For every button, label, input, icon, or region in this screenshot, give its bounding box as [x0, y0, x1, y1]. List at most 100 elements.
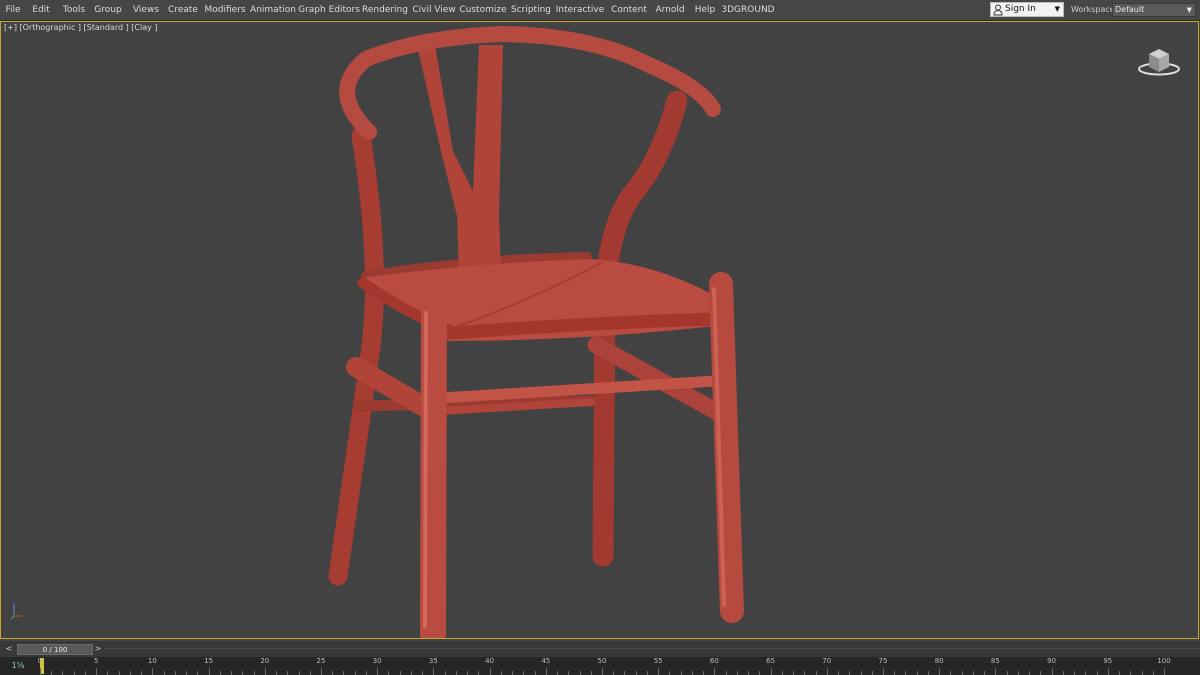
- menu-tools[interactable]: Tools: [63, 0, 85, 20]
- chevron-down-icon: ▼: [1054, 5, 1060, 13]
- frame-tick: [118, 671, 120, 675]
- frame-tick: [950, 671, 952, 675]
- frame-tick: [860, 671, 862, 675]
- frame-tick: [264, 668, 266, 675]
- chair-model[interactable]: [1, 22, 1198, 638]
- frame-tick: [1029, 671, 1031, 675]
- menu-help[interactable]: Help: [695, 0, 716, 20]
- trackbar[interactable]: 1⅝ 0 5 10 15 20 25 30 35 40 45 50 55 60 65 70 75 80 85 90 9…: [0, 657, 1200, 675]
- frame-tick: [40, 668, 41, 675]
- sign-in-dropdown[interactable]: Sign In ▼: [990, 2, 1064, 17]
- frame-tick: [534, 671, 536, 675]
- frame-tick-label: 55: [653, 657, 663, 665]
- frame-tick: [646, 671, 648, 675]
- menu-create[interactable]: Create: [168, 0, 198, 20]
- frame-tick: [568, 671, 570, 675]
- menu-rendering[interactable]: Rendering: [362, 0, 408, 20]
- frame-tick: [399, 671, 401, 675]
- workspaces-value: Default: [1115, 5, 1145, 14]
- frame-tick: [545, 668, 547, 675]
- menu-arnold[interactable]: Arnold: [655, 0, 684, 20]
- menu-interactive[interactable]: Interactive: [556, 0, 604, 20]
- menu-views[interactable]: Views: [133, 0, 159, 20]
- frame-tick: [489, 668, 491, 675]
- frame-tick: [883, 668, 884, 675]
- frame-tick: [1096, 671, 1098, 675]
- frame-tick: [455, 671, 457, 675]
- menu-content[interactable]: Content: [611, 0, 647, 20]
- backrest-splat: [417, 45, 503, 271]
- frame-tick: [905, 671, 907, 675]
- frame-tick: [602, 668, 603, 675]
- menu-3dground[interactable]: 3DGROUND: [721, 0, 774, 20]
- frame-tick: [410, 671, 412, 675]
- frame-tick: [444, 671, 446, 675]
- frame-tick: [1141, 671, 1143, 675]
- frame-tick: [51, 671, 53, 675]
- frame-tick-label: 30: [372, 657, 382, 665]
- time-slider-prev-button[interactable]: <: [4, 643, 14, 655]
- time-slider-thumb[interactable]: 0 / 100: [17, 644, 93, 655]
- frame-tick: [1006, 671, 1008, 675]
- frame-tick: [197, 671, 199, 675]
- frame-tick-label: 50: [597, 657, 607, 665]
- back-leg-left: [328, 126, 384, 586]
- frame-tick-label: 65: [766, 657, 776, 665]
- frame-tick: [96, 668, 98, 675]
- frame-tick: [500, 671, 502, 675]
- frame-tick: [208, 668, 210, 675]
- frame-tick: [332, 671, 334, 675]
- frame-tick: [1017, 671, 1019, 675]
- frame-tick: [107, 671, 109, 675]
- frame-tick: [590, 671, 592, 675]
- trackbar-filter-icon[interactable]: 1⅝: [4, 658, 32, 674]
- frame-tick: [961, 671, 963, 675]
- frame-tick: [894, 671, 896, 675]
- view-cube-icon[interactable]: [1137, 44, 1181, 80]
- frame-tick: [759, 671, 761, 675]
- user-icon: [993, 4, 1003, 16]
- top-rail: [339, 26, 721, 140]
- frame-tick: [927, 671, 929, 675]
- frame-tick: [1119, 671, 1121, 675]
- menu-file[interactable]: File: [5, 0, 20, 20]
- frame-tick: [84, 671, 86, 675]
- axis-tripod-icon: [10, 603, 22, 620]
- frame-tick: [579, 671, 581, 675]
- frame-ruler[interactable]: 0 5 10 15 20 25 30 35 40 45 50 55 60 65 70 75 80 85 90 95 10…: [38, 657, 1171, 675]
- time-slider-track[interactable]: [104, 648, 1200, 649]
- time-slider-next-button[interactable]: >: [93, 643, 103, 655]
- frame-tick: [613, 671, 615, 675]
- frame-tick: [422, 671, 424, 675]
- frame-tick: [298, 671, 300, 675]
- frame-tick: [388, 671, 390, 675]
- menu-graph-editors[interactable]: Graph Editors: [298, 0, 360, 20]
- time-slider-bar: < 0 / 100 >: [0, 641, 1200, 657]
- menu-modifiers[interactable]: Modifiers: [204, 0, 245, 20]
- menu-civil-view[interactable]: Civil View: [412, 0, 455, 20]
- frame-tick: [354, 671, 356, 675]
- frame-tick: [467, 671, 469, 675]
- frame-tick: [838, 671, 840, 675]
- frame-tick: [253, 671, 255, 675]
- menu-animation[interactable]: Animation: [250, 0, 296, 20]
- frame-tick-label: 35: [428, 657, 438, 665]
- frame-tick: [377, 668, 379, 675]
- frame-tick: [242, 671, 244, 675]
- menu-scripting[interactable]: Scripting: [511, 0, 551, 20]
- viewport-perspective[interactable]: [+] [Orthographic ] [Standard ] [Clay ]: [0, 21, 1199, 639]
- frame-tick-label: 15: [204, 657, 214, 665]
- menu-customize[interactable]: Customize: [459, 0, 506, 20]
- menu-group[interactable]: Group: [94, 0, 121, 20]
- workspaces-select[interactable]: Default ▼: [1112, 3, 1196, 17]
- frame-tick-label: 70: [822, 657, 832, 665]
- frame-tick: [309, 671, 311, 675]
- frame-tick: [826, 668, 828, 675]
- frame-tick: [725, 671, 727, 675]
- front-leg-left: [420, 296, 447, 638]
- frame-tick: [871, 671, 873, 675]
- menu-edit[interactable]: Edit: [32, 0, 49, 20]
- frame-tick: [916, 671, 918, 675]
- frame-tick: [152, 668, 154, 675]
- frame-tick: [939, 668, 941, 675]
